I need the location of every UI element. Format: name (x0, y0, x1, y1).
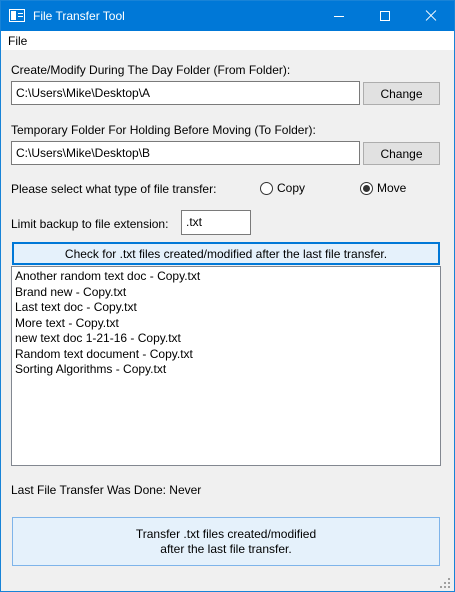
radio-copy[interactable]: Copy (260, 181, 305, 195)
resize-grip-icon[interactable] (439, 577, 450, 588)
to-folder-label: Temporary Folder For Holding Before Movi… (11, 123, 316, 137)
file-list[interactable]: Another random text doc - Copy.txt Brand … (11, 266, 441, 466)
window-title: File Transfer Tool (33, 9, 125, 23)
from-folder-change-button[interactable]: Change (363, 82, 440, 105)
menu-bar: File (1, 31, 454, 50)
transfer-files-button[interactable]: Transfer .txt files created/modified aft… (12, 517, 440, 566)
close-icon (425, 10, 437, 22)
file-list-item[interactable]: Last text doc - Copy.txt (15, 300, 437, 316)
from-folder-label: Create/Modify During The Day Folder (Fro… (11, 63, 291, 77)
radio-move-label: Move (377, 181, 407, 195)
status-bar (1, 569, 454, 591)
minimize-button[interactable] (316, 1, 362, 31)
file-list-item[interactable]: More text - Copy.txt (15, 316, 437, 332)
menu-file[interactable]: File (8, 34, 27, 48)
to-folder-change-button[interactable]: Change (363, 142, 440, 165)
app-window: File Transfer Tool File Create/Modify Du… (0, 0, 455, 592)
radio-copy-circle[interactable] (260, 181, 273, 195)
extension-input[interactable]: .txt (181, 210, 251, 235)
file-list-item[interactable]: Sorting Algorithms - Copy.txt (15, 362, 437, 378)
radio-move-circle[interactable] (360, 181, 373, 195)
minimize-icon (334, 15, 344, 17)
radio-move[interactable]: Move (360, 181, 406, 195)
maximize-button[interactable] (362, 1, 408, 31)
transfer-button-line2: after the last file transfer. (160, 541, 292, 556)
check-files-button[interactable]: Check for .txt files created/modified af… (12, 242, 440, 265)
file-list-item[interactable]: new text doc 1-21-16 - Copy.txt (15, 331, 437, 347)
title-bar[interactable]: File Transfer Tool (1, 1, 454, 31)
transfer-type-label: Please select what type of file transfer… (11, 182, 217, 196)
transfer-button-line1: Transfer .txt files created/modified (135, 526, 317, 541)
file-list-item[interactable]: Another random text doc - Copy.txt (15, 269, 437, 285)
maximize-icon (380, 11, 390, 21)
radio-copy-label: Copy (277, 181, 306, 195)
file-list-item[interactable]: Brand new - Copy.txt (15, 285, 437, 301)
app-icon (9, 9, 25, 22)
from-folder-input[interactable]: C:\Users\Mike\Desktop\A (11, 81, 360, 105)
file-list-item[interactable]: Random text document - Copy.txt (15, 347, 437, 363)
to-folder-input[interactable]: C:\Users\Mike\Desktop\B (11, 141, 360, 165)
extension-label: Limit backup to file extension: (11, 217, 169, 231)
close-button[interactable] (408, 1, 454, 31)
last-transfer-status: Last File Transfer Was Done: Never (11, 483, 202, 497)
